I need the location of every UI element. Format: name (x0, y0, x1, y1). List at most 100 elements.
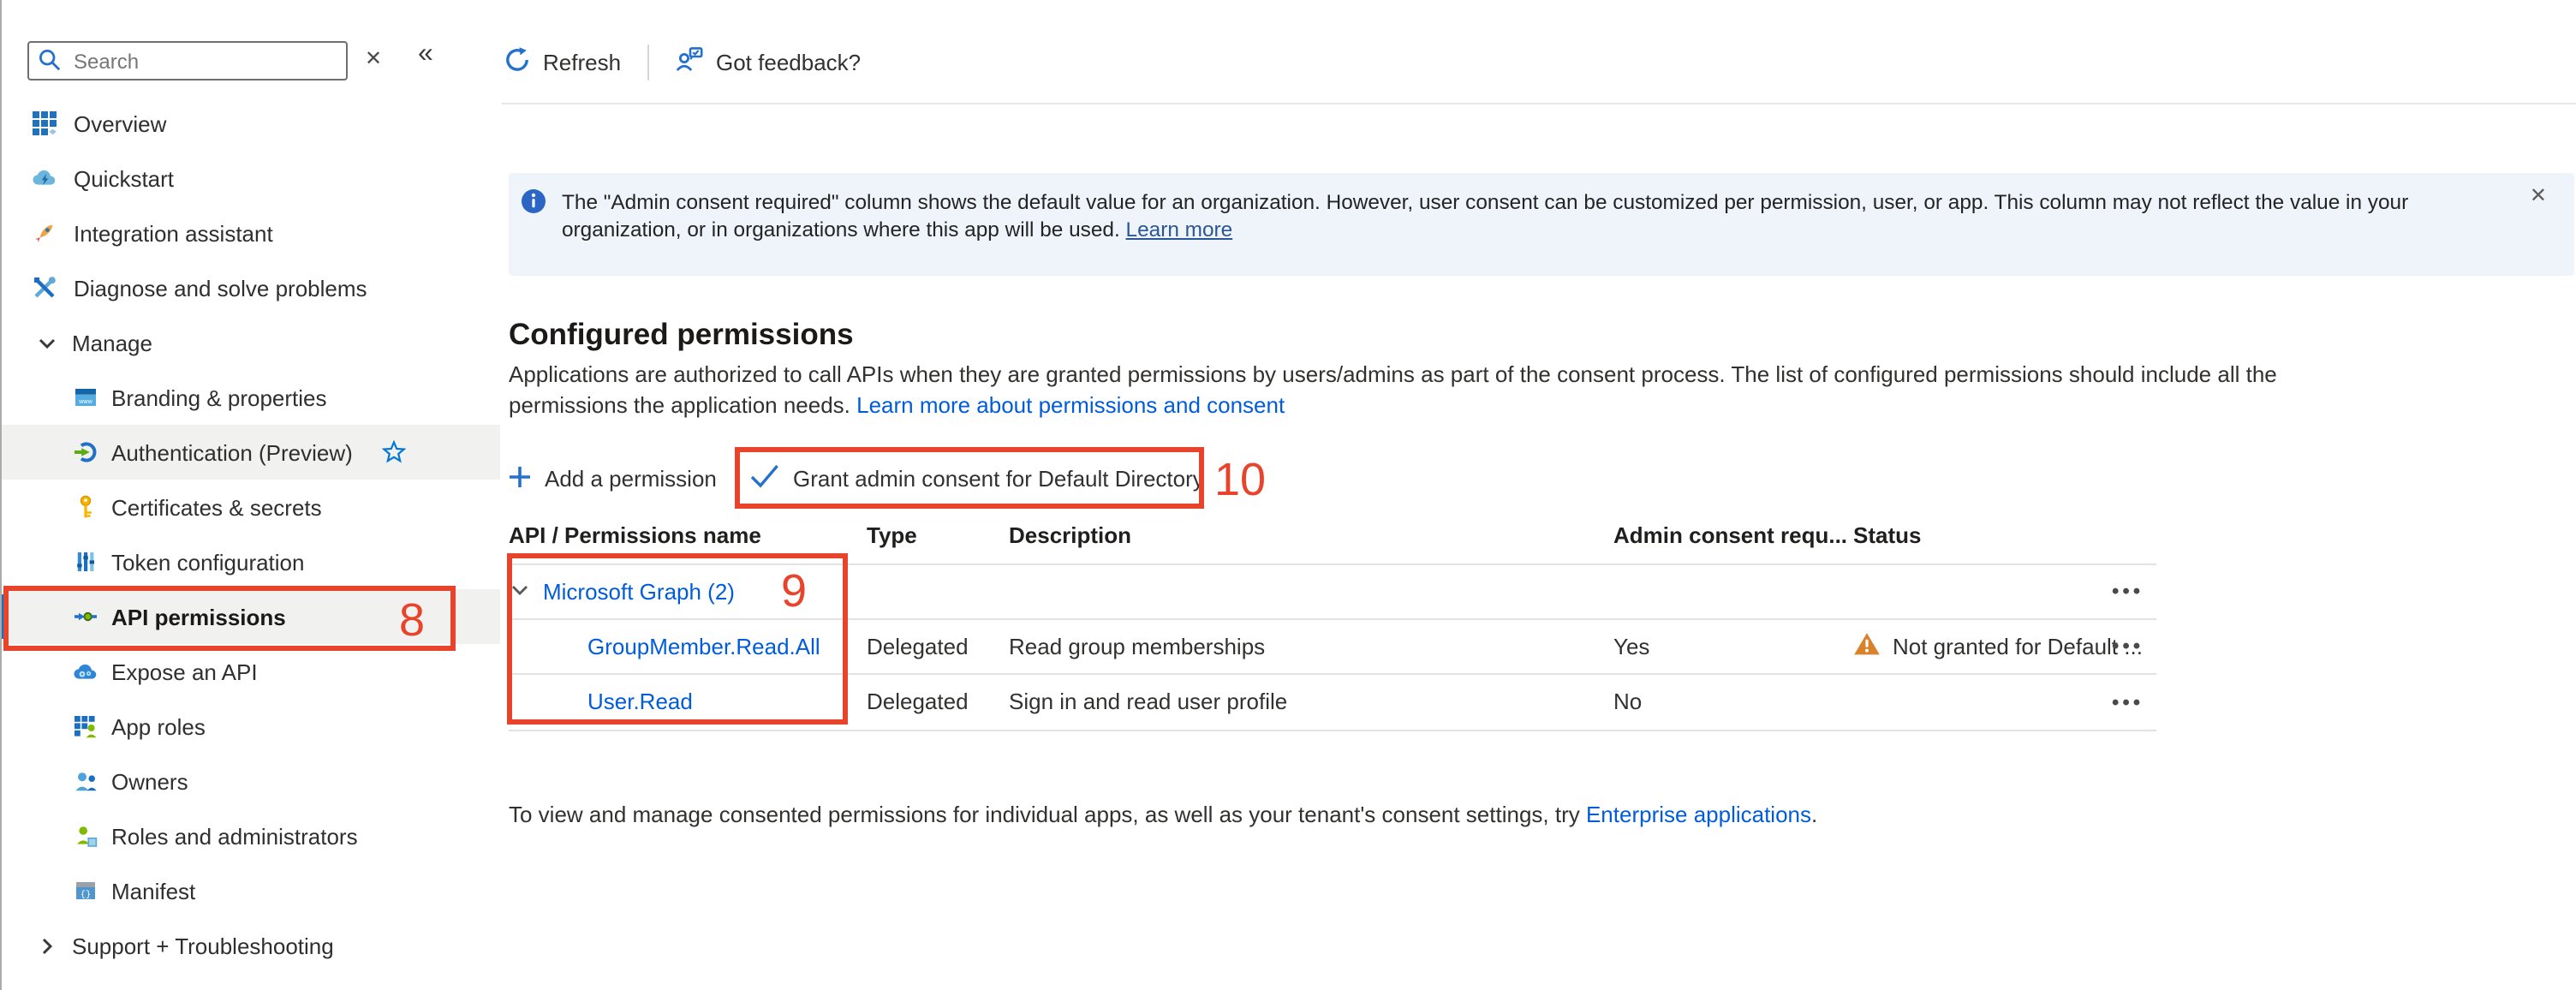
rocket-icon (33, 221, 57, 245)
info-icon (521, 188, 546, 223)
annotation-number-8: 8 (399, 594, 425, 647)
chevron-right-icon (38, 936, 57, 955)
sidebar-item-label: Overview (74, 110, 166, 136)
sidebar-item-label: Manifest (111, 878, 195, 904)
sidebar-item-roles-and-administrators[interactable]: Roles and administrators (2, 808, 500, 863)
permission-description: Read group memberships (1009, 633, 1265, 659)
sidebar: ✕ « Overview Quickstart Integration assi… (2, 0, 500, 990)
sidebar-item-integration-assistant[interactable]: Integration assistant (2, 206, 500, 260)
got-feedback-button[interactable]: Got feedback? (675, 45, 861, 81)
sidebar-item-label: Authentication (Preview) (111, 439, 353, 465)
search-input[interactable] (27, 41, 348, 81)
sidebar-item-api-permissions[interactable]: API permissions (2, 589, 500, 644)
sidebar-item-owners[interactable]: Owners (2, 754, 500, 808)
row-context-menu-button[interactable]: ••• (2112, 564, 2156, 618)
sidebar-item-label: Quickstart (74, 165, 174, 191)
sidebar-item-label: Certificates & secrets (111, 494, 322, 520)
table-header-row: API / Permissions name Type Description … (509, 519, 2156, 564)
toolbar-divider (647, 45, 649, 81)
banner-close-icon[interactable]: ✕ (2530, 183, 2547, 207)
table-divider (509, 730, 2156, 731)
feedback-icon (675, 46, 704, 79)
sidebar-item-certificates-secrets[interactable]: Certificates & secrets (2, 480, 500, 534)
sidebar-item-label: Expose an API (111, 659, 258, 684)
column-header-status: Status (1853, 522, 1921, 548)
sidebar-group-support-troubleshooting[interactable]: Support + Troubleshooting (2, 918, 500, 973)
banner-text: The "Admin consent required" column show… (562, 188, 2497, 243)
api-name-link[interactable]: Microsoft Graph (2) (543, 578, 735, 604)
table-row-groupmember-read-all[interactable]: GroupMember.Read.All Delegated Read grou… (509, 618, 2156, 673)
quickstart-icon (33, 166, 57, 190)
footer-note: To view and manage consented permissions… (509, 802, 1817, 827)
permissions-consent-link[interactable]: Learn more about permissions and consent (856, 391, 1285, 417)
sidebar-item-branding-properties[interactable]: www Branding & properties (2, 370, 500, 425)
svg-text:www: www (78, 397, 92, 405)
column-header-description: Description (1009, 522, 1131, 548)
checkmark-icon (750, 464, 779, 493)
sidebar-item-label: Roles and administrators (111, 823, 358, 849)
row-expand-chevron-icon[interactable] (510, 578, 529, 604)
chevron-down-icon (38, 333, 57, 352)
sidebar-item-authentication[interactable]: Authentication (Preview) (2, 425, 500, 480)
section-description: Applications are authorized to call APIs… (509, 360, 2299, 420)
sidebar-item-quickstart[interactable]: Quickstart (2, 151, 500, 206)
info-banner: The "Admin consent required" column show… (509, 173, 2574, 276)
annotation-number-10: 10 (1214, 454, 1266, 507)
column-header-type: Type (867, 522, 917, 548)
grant-admin-consent-label: Grant admin consent for Default Director… (793, 466, 1204, 492)
banner-learn-more-link[interactable]: Learn more (1126, 218, 1233, 242)
permission-description: Sign in and read user profile (1009, 689, 1287, 714)
section-description-text: Applications are authorized to call APIs… (509, 361, 2277, 417)
permission-type: Delegated (867, 633, 969, 659)
refresh-label: Refresh (543, 50, 621, 75)
table-row-user-read[interactable]: User.Read Delegated Sign in and read use… (509, 673, 2156, 730)
overview-icon (33, 111, 57, 135)
browser-icon: www (74, 385, 98, 409)
admin-consent-value: Yes (1613, 633, 1649, 659)
permission-type: Delegated (867, 689, 969, 714)
page-title: Configured permissions (509, 317, 854, 353)
sidebar-item-label: Branding & properties (111, 385, 327, 410)
row-context-menu-button[interactable]: ••• (2112, 673, 2156, 730)
plus-icon (509, 465, 531, 492)
search-icon (38, 48, 62, 81)
person-cube-icon (74, 824, 98, 848)
column-header-admin-consent-required: Admin consent requ... (1613, 522, 1847, 548)
sidebar-item-label: App roles (111, 713, 206, 739)
admin-consent-value: No (1613, 689, 1642, 714)
sidebar-collapse-icon[interactable]: « (418, 39, 433, 70)
sidebar-group-manage[interactable]: Manage (2, 315, 500, 370)
permission-name-link[interactable]: GroupMember.Read.All (587, 633, 820, 659)
refresh-button[interactable]: Refresh (504, 45, 621, 81)
svg-text:{}: {} (80, 890, 91, 900)
favorite-star-icon[interactable] (382, 440, 406, 469)
sidebar-group-label: Support + Troubleshooting (72, 933, 334, 958)
banner-message: The "Admin consent required" column show… (562, 190, 2408, 242)
enterprise-applications-link[interactable]: Enterprise applications (1586, 802, 1811, 827)
refresh-icon (504, 46, 531, 79)
row-context-menu-button[interactable]: ••• (2112, 618, 2156, 673)
footer-suffix: . (1811, 802, 1817, 827)
code-braces-icon: {} (74, 879, 98, 903)
sidebar-item-manifest[interactable]: {} Manifest (2, 863, 500, 918)
grant-admin-consent-button[interactable]: Grant admin consent for Default Director… (735, 449, 1204, 509)
footer-text: To view and manage consented permissions… (509, 802, 1586, 827)
permission-name-link[interactable]: User.Read (587, 689, 693, 714)
cloud-gear-icon (74, 659, 98, 683)
toolbar-rule (502, 103, 2576, 104)
sidebar-item-diagnose-and-solve-problems[interactable]: Diagnose and solve problems (2, 260, 500, 315)
add-permission-button[interactable]: Add a permission (509, 449, 717, 509)
add-permission-label: Add a permission (545, 466, 717, 492)
sliders-icon (74, 550, 98, 574)
sidebar-item-overview[interactable]: Overview (2, 96, 500, 151)
search-clear-icon[interactable]: ✕ (365, 46, 382, 70)
table-row-microsoft-graph[interactable]: Microsoft Graph (2) ••• (509, 564, 2156, 618)
sidebar-item-expose-an-api[interactable]: Expose an API (2, 644, 500, 699)
warning-icon (1853, 631, 1881, 660)
sidebar-search (27, 41, 348, 81)
permissions-table: API / Permissions name Type Description … (509, 519, 2156, 730)
sidebar-item-app-roles[interactable]: App roles (2, 699, 500, 754)
status-text: Not granted for Default ... (1893, 633, 2143, 659)
sidebar-item-token-configuration[interactable]: Token configuration (2, 534, 500, 589)
feedback-label: Got feedback? (716, 50, 861, 75)
